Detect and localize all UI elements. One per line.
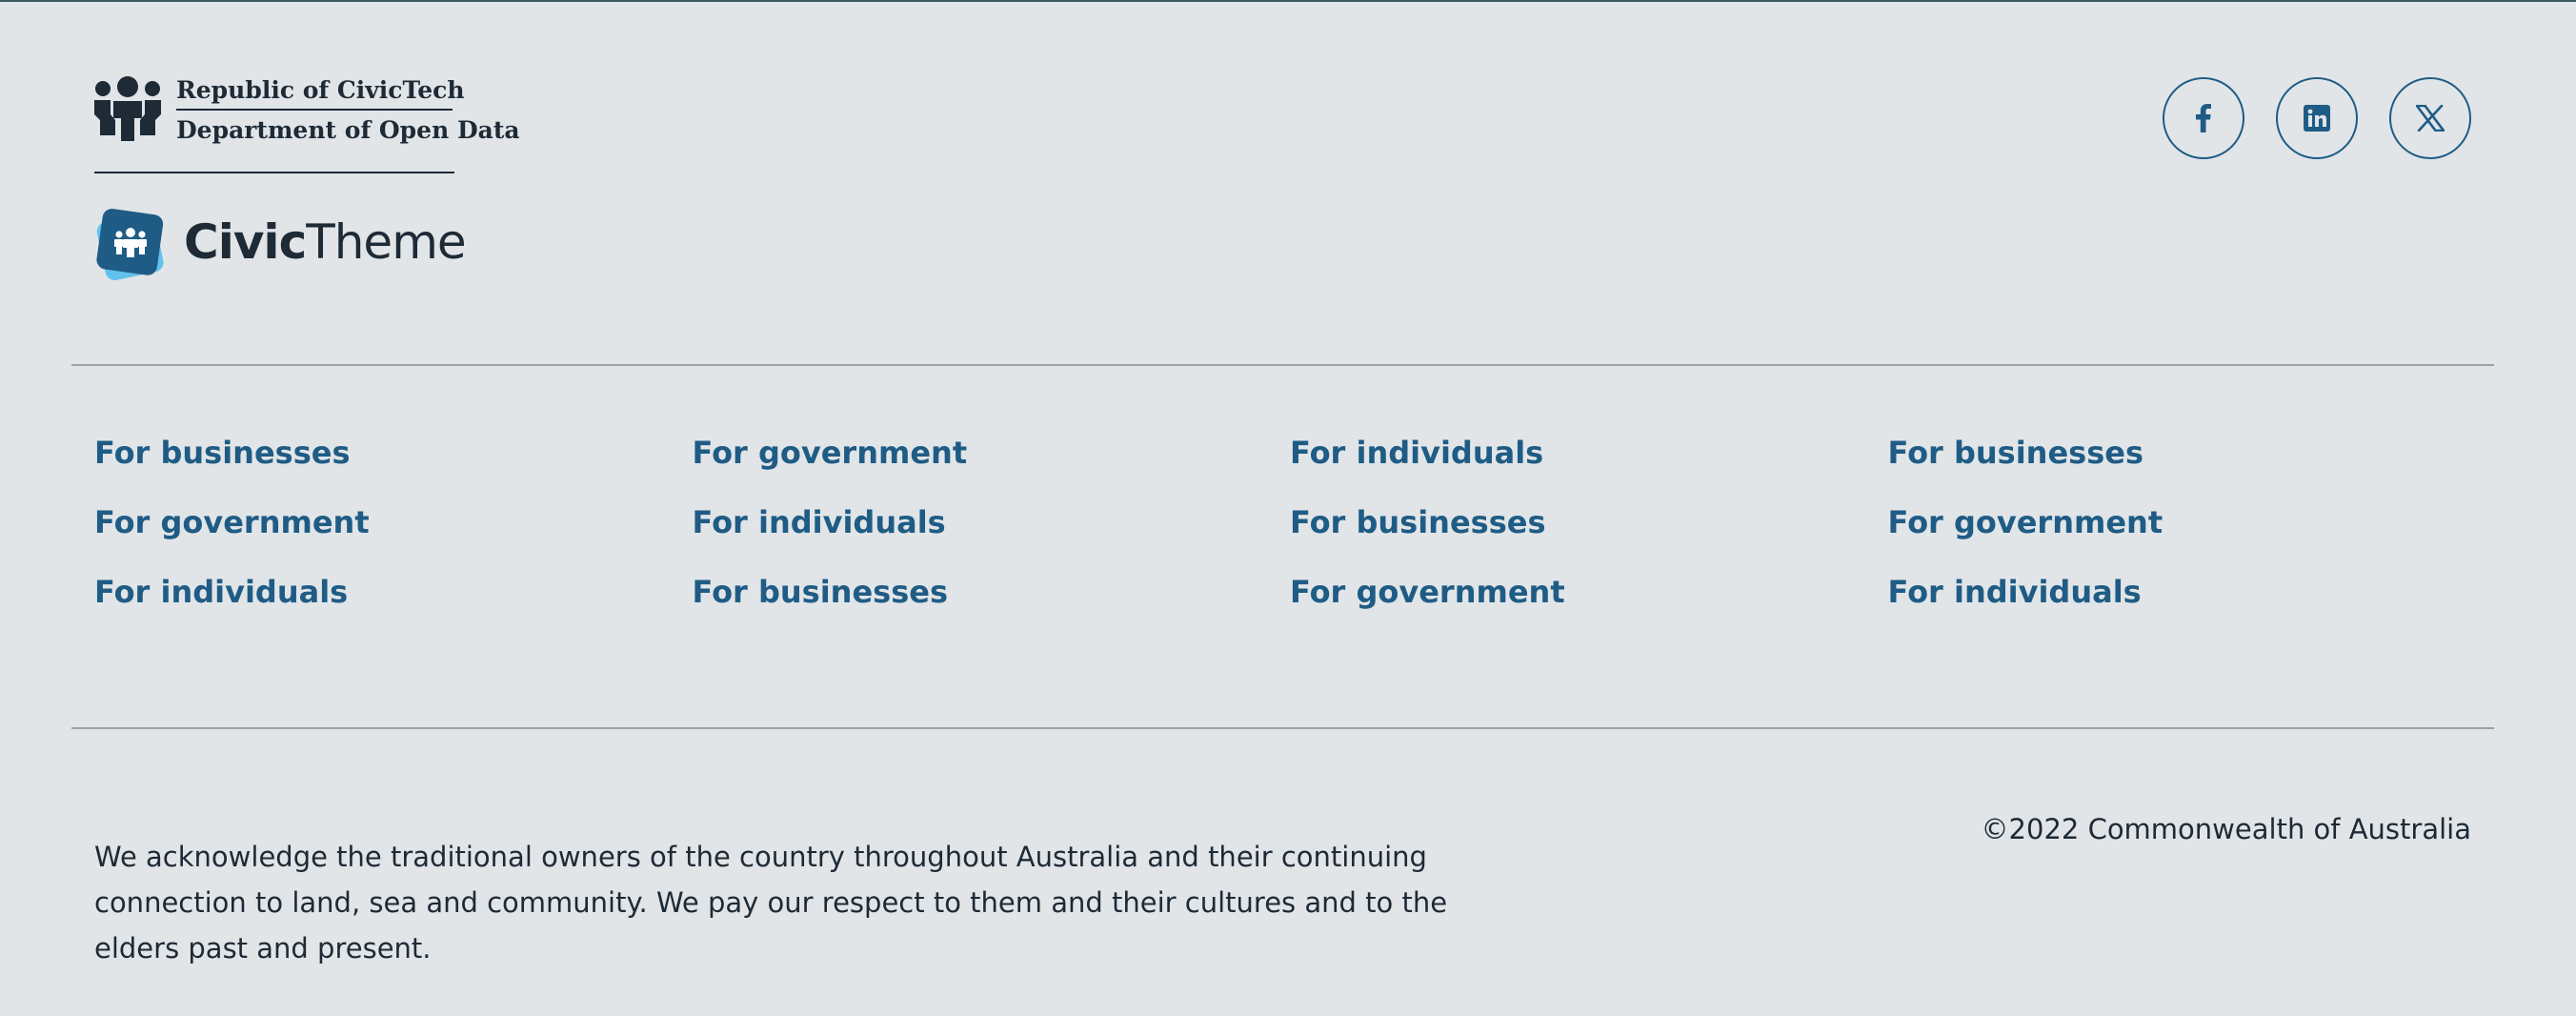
civictheme-mark-icon <box>96 209 164 280</box>
copyright-notice: ©2022 Commonwealth of Australia <box>1981 813 2471 845</box>
footer-link[interactable]: For government <box>94 503 693 541</box>
link-column-4: For businesses For government For indivi… <box>1888 434 2486 642</box>
department-name: Department of Open Data <box>176 116 520 144</box>
footer-link[interactable]: For government <box>693 434 1291 472</box>
footer-link[interactable]: For businesses <box>1888 434 2486 472</box>
footer-navigation: For businesses For government For indivi… <box>94 434 2485 642</box>
logo-divider <box>94 172 454 173</box>
people-emblem-icon <box>94 76 161 141</box>
social-links <box>2163 77 2471 159</box>
footer-link[interactable]: For individuals <box>94 573 693 611</box>
wordmark-bold: Civic <box>184 214 307 270</box>
footer-link[interactable]: For individuals <box>693 503 1291 541</box>
footer-link[interactable]: For businesses <box>693 573 1291 611</box>
x-icon <box>2416 105 2445 132</box>
footer-divider-bottom <box>71 727 2494 729</box>
facebook-button[interactable] <box>2163 77 2244 159</box>
site-footer: Republic of CivicTech Department of Open… <box>0 0 2576 1016</box>
civictheme-wordmark: CivicTheme <box>184 212 467 273</box>
government-logo[interactable]: Republic of CivicTech Department of Open… <box>94 76 520 173</box>
link-column-3: For individuals For businesses For gover… <box>1290 434 1888 642</box>
facebook-icon <box>2196 104 2211 132</box>
wordmark-light: Theme <box>306 214 466 270</box>
link-column-1: For businesses For government For indivi… <box>94 434 693 642</box>
government-name: Republic of CivicTech <box>176 76 465 111</box>
footer-link[interactable]: For individuals <box>1888 573 2486 611</box>
footer-link[interactable]: For businesses <box>1290 503 1888 541</box>
linkedin-icon <box>2304 105 2330 132</box>
footer-link[interactable]: For government <box>1290 573 1888 611</box>
civictheme-logo[interactable]: CivicTheme <box>94 206 467 282</box>
footer-link[interactable]: For businesses <box>94 434 693 472</box>
linkedin-button[interactable] <box>2276 77 2358 159</box>
link-column-2: For government For individuals For busin… <box>693 434 1291 642</box>
footer-link[interactable]: For government <box>1888 503 2486 541</box>
x-button[interactable] <box>2389 77 2471 159</box>
footer-divider-top <box>71 364 2494 366</box>
footer-link[interactable]: For individuals <box>1290 434 1888 472</box>
acknowledgement-of-country: We acknowledge the traditional owners of… <box>94 841 1448 965</box>
government-logo-text: Republic of CivicTech Department of Open… <box>176 76 520 145</box>
